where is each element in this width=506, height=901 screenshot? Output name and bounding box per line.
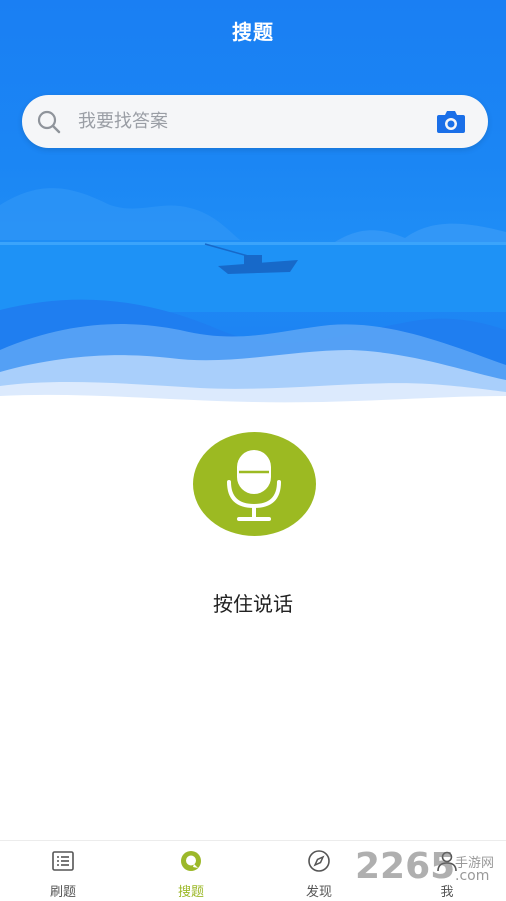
site-watermark: 2265 手游网 .com [355,846,505,890]
watermark-domain: .com [455,868,490,884]
tab-search[interactable]: 搜题 [146,841,236,901]
tab-label: 发现 [305,885,332,900]
search-input[interactable]: 我要找答案 [78,95,168,148]
camera-icon[interactable] [436,109,466,135]
hold-to-talk-label: 按住说话 [213,592,293,616]
search-bubble-icon [181,851,201,871]
tab-label: 搜题 [177,885,204,900]
page-title: 搜题 [232,20,274,44]
search-bar[interactable]: 我要找答案 [22,95,488,148]
watermark-number: 2265 [355,846,456,887]
list-icon [52,851,74,871]
tab-practice[interactable]: 刷题 [18,841,108,901]
lake-scene-illustration [0,188,506,410]
voice-record-button[interactable] [193,432,316,536]
compass-icon [308,850,330,872]
microphone-icon [227,450,281,521]
tab-discover[interactable]: 发现 [274,841,364,901]
search-icon [37,110,61,134]
hero-banner: 搜题 我要找答案 [0,0,506,410]
tab-label: 刷题 [49,885,76,900]
